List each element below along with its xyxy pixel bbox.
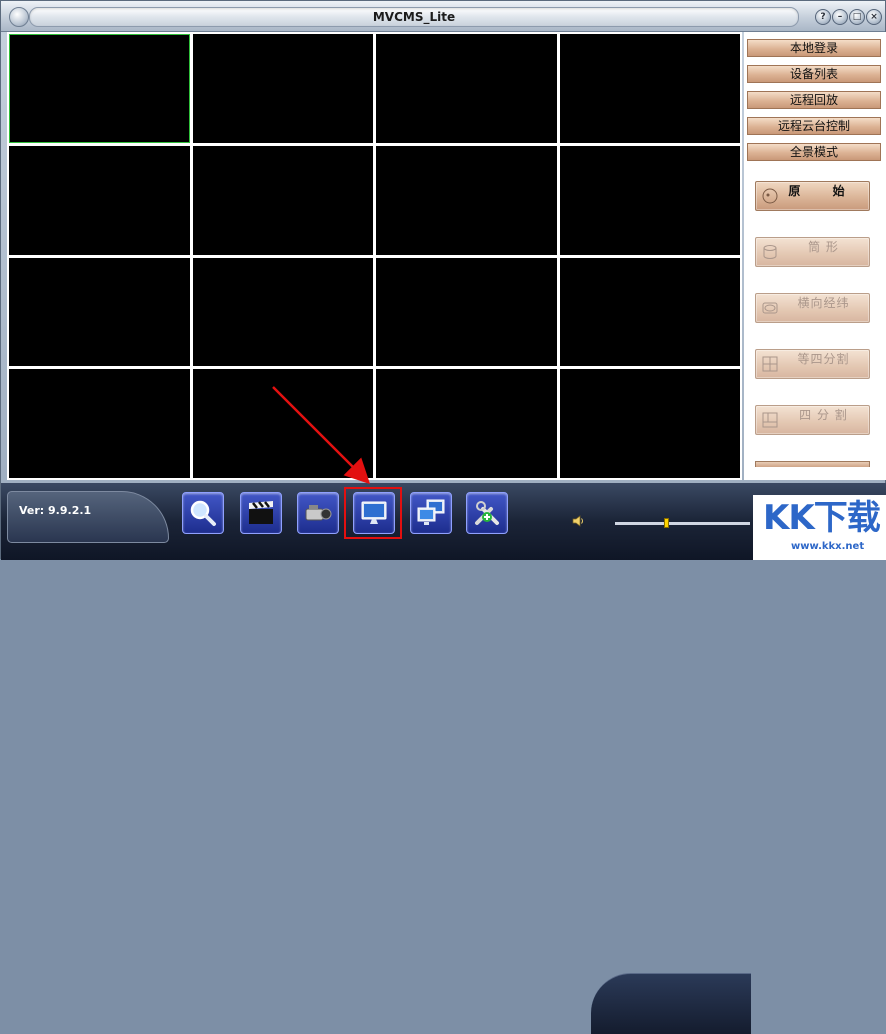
right-control-panel: 本地登录 设备列表 远程回放 远程云台控制 全景模式 原 始 筒 形 横向经纬 …: [744, 32, 886, 480]
mode-cylinder-label: 筒 形: [808, 240, 839, 254]
video-cell-7[interactable]: [376, 145, 557, 255]
volume-slider-thumb[interactable]: [664, 518, 670, 528]
device-list-button[interactable]: 设备列表: [747, 65, 881, 83]
video-cell-4[interactable]: [559, 34, 740, 143]
volume-slider-track[interactable]: [615, 522, 750, 525]
version-label: Ver: 9.9.2.1: [19, 504, 92, 517]
mode-quad-button[interactable]: 四 分 割: [755, 405, 870, 435]
video-cell-14[interactable]: [192, 369, 373, 478]
video-cell-3[interactable]: [376, 34, 557, 143]
remote-playback-button[interactable]: 远程回放: [747, 91, 881, 109]
app-window: MVCMS_Lite ? – □ × 本地登录 设备列表 远程回放 远程云台控制…: [0, 0, 886, 1034]
video-cell-12[interactable]: [559, 257, 740, 367]
video-cell-8[interactable]: [559, 145, 740, 255]
split-icon: [762, 412, 778, 428]
mode-cylinder-button[interactable]: 筒 形: [755, 237, 870, 267]
settings-button[interactable]: [466, 492, 508, 534]
ellipse-icon: [762, 302, 778, 314]
annotation-highlight-box: [344, 487, 402, 539]
mode-equal-quad-button[interactable]: 等四分割: [755, 349, 870, 379]
playback-button[interactable]: [240, 492, 282, 534]
video-camera-icon: [305, 505, 332, 521]
video-cell-13[interactable]: [9, 369, 190, 478]
mode-quad-label: 四 分 割: [799, 408, 848, 422]
mode-latlong-button[interactable]: 横向经纬: [755, 293, 870, 323]
app-menu-knob[interactable]: [9, 7, 29, 27]
watermark-logo: KK下载: [763, 498, 881, 538]
watermark: KK下载 www.kkx.net: [753, 495, 886, 560]
cylinder-icon: [763, 245, 777, 259]
video-cell-16[interactable]: [559, 369, 740, 478]
speaker-icon[interactable]: [571, 514, 585, 528]
maximize-icon[interactable]: □: [849, 9, 865, 25]
mode-latlong-label: 横向经纬: [797, 296, 850, 310]
video-cell-6[interactable]: [192, 145, 373, 255]
circle-lens-icon: [762, 188, 778, 204]
search-icon: [190, 500, 216, 526]
mode-equal-quad-label: 等四分割: [797, 352, 850, 366]
remote-ptz-button[interactable]: 远程云台控制: [747, 117, 881, 135]
video-cell-10[interactable]: [192, 257, 373, 367]
watermark-url: www.kkx.net: [791, 541, 865, 552]
version-plate: [7, 491, 169, 543]
video-grid: [7, 32, 742, 480]
window-title: MVCMS_Lite: [372, 10, 456, 24]
mode-original-button[interactable]: 原 始: [755, 181, 870, 211]
help-icon[interactable]: ?: [815, 9, 831, 25]
video-cell-5[interactable]: [9, 145, 190, 255]
mode-list-partial-button[interactable]: [755, 461, 870, 467]
close-icon[interactable]: ×: [866, 9, 882, 25]
local-login-button[interactable]: 本地登录: [747, 39, 881, 57]
quad-split-icon: [762, 356, 778, 372]
clapperboard-icon: [249, 501, 273, 524]
minimize-icon[interactable]: –: [832, 9, 848, 25]
video-cell-2[interactable]: [192, 34, 373, 143]
mode-original-label: 原 始: [788, 184, 859, 198]
panorama-mode-button[interactable]: 全景模式: [747, 143, 881, 161]
video-cell-1[interactable]: [9, 34, 190, 143]
video-cell-9[interactable]: [9, 257, 190, 367]
multi-screen-button[interactable]: [410, 492, 452, 534]
tools-settings-icon: [475, 501, 499, 525]
multi-monitor-icon: [417, 499, 445, 525]
video-cell-11[interactable]: [376, 257, 557, 367]
video-cell-15[interactable]: [376, 369, 557, 478]
title-bar[interactable]: MVCMS_Lite ? – □ ×: [1, 1, 885, 32]
title-pill: MVCMS_Lite: [29, 7, 799, 27]
record-button[interactable]: [297, 492, 339, 534]
volume-panel: [591, 973, 751, 1034]
search-button[interactable]: [182, 492, 224, 534]
